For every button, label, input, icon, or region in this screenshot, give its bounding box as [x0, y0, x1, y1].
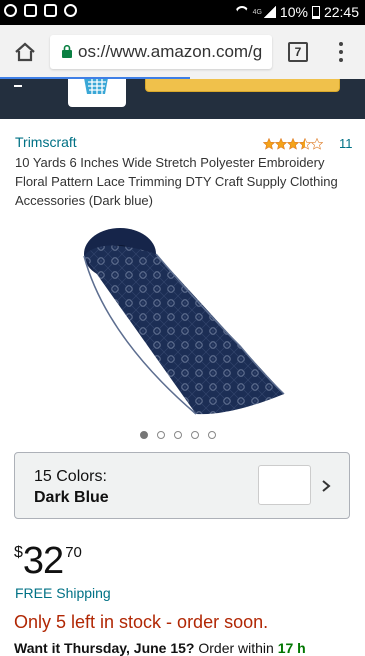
chevron-right-icon — [322, 480, 331, 492]
menu-icon[interactable] — [339, 42, 343, 62]
battery-percent: 10% — [279, 4, 308, 20]
battery-icon — [311, 5, 320, 19]
gallery-icon — [24, 4, 37, 17]
order-within: Order within — [194, 640, 278, 656]
browser-toolbar: os://www.amazon.com/g 7 — [0, 25, 365, 79]
image-carousel-dots — [140, 431, 216, 439]
delivery-date: Want it Thursday, June 15? — [14, 640, 195, 656]
buy-now-button[interactable] — [145, 79, 340, 92]
pinterest-icon — [4, 4, 17, 17]
rating-count[interactable]: 11 — [339, 136, 353, 151]
star-full-icon — [275, 137, 287, 150]
star-full-icon — [263, 137, 275, 150]
selected-color: Dark Blue — [34, 489, 109, 506]
cart-icon — [84, 79, 108, 94]
lock-icon — [62, 45, 72, 58]
status-bar: 4G 10% 22:45 — [0, 0, 365, 25]
brand-link[interactable]: Trimscraft — [15, 134, 77, 150]
color-selector[interactable]: 15 Colors: Dark Blue — [14, 452, 350, 519]
tabs-icon[interactable]: 7 — [288, 42, 308, 62]
carousel-dot[interactable] — [208, 431, 216, 439]
delivery-cutoff: Want it Thursday, June 15? Order within … — [14, 640, 306, 656]
menu-edge-icon[interactable] — [14, 79, 22, 87]
url-field[interactable]: os://www.amazon.com/g — [50, 35, 272, 69]
free-shipping-link[interactable]: FREE Shipping — [15, 585, 111, 601]
home-icon[interactable] — [14, 41, 36, 63]
carousel-dot[interactable] — [140, 431, 148, 439]
product-image[interactable] — [80, 226, 290, 416]
star-half-icon — [299, 137, 311, 150]
url-text: os://www.amazon.com/g — [78, 42, 263, 61]
clock: 22:45 — [323, 4, 359, 20]
stock-status: Only 5 left in stock - order soon. — [14, 612, 269, 632]
price-whole: 32 — [22, 540, 64, 582]
amazon-header — [0, 79, 365, 119]
order-time: 17 h — [277, 640, 306, 656]
price: $ 32 70 — [14, 541, 82, 581]
product-title: 10 Yards 6 Inches Wide Stretch Polyester… — [15, 155, 338, 208]
carousel-dot[interactable] — [174, 431, 182, 439]
color-count-label: 15 Colors: — [34, 468, 107, 485]
signal-icon — [263, 6, 276, 18]
settings-icon — [64, 4, 77, 17]
star-full-icon — [287, 137, 299, 150]
wifi-icon — [235, 6, 249, 18]
price-symbol: $ — [14, 544, 23, 561]
color-swatch — [258, 465, 311, 505]
notification-icons — [4, 4, 77, 17]
rating[interactable]: 11 — [263, 136, 353, 151]
carousel-dot[interactable] — [191, 431, 199, 439]
carousel-dot[interactable] — [157, 431, 165, 439]
star-empty-icon — [311, 137, 323, 150]
screenshot-icon — [44, 4, 57, 17]
price-fraction: 70 — [65, 544, 82, 561]
cart-button[interactable] — [68, 79, 126, 107]
network-type: 4G — [252, 8, 262, 16]
